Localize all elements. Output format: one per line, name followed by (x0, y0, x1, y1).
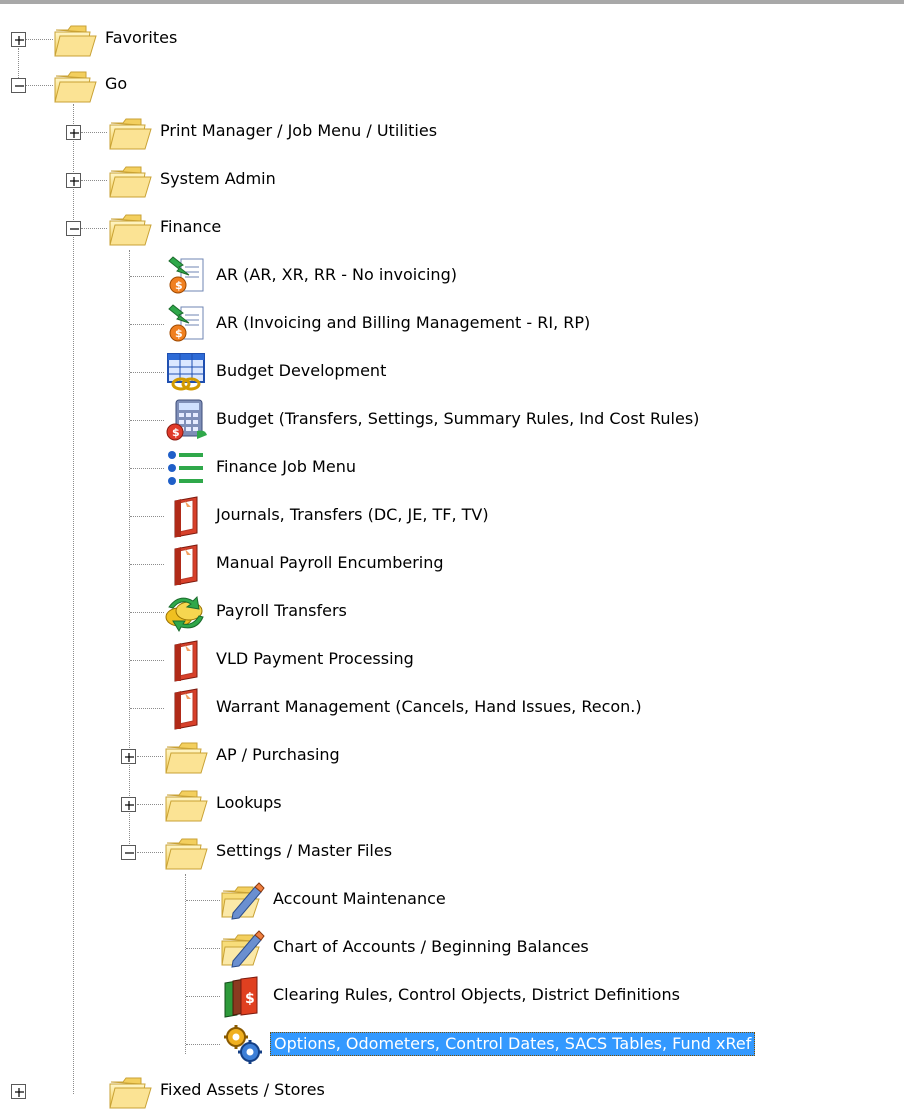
tree-node-lookups[interactable]: Lookups (0, 781, 500, 827)
tree-item-journals-transfers[interactable]: Journals, Transfers (DC, JE, TF, TV) (0, 493, 800, 539)
job-list-icon (163, 445, 209, 491)
tree-node-finance[interactable]: Finance (0, 205, 400, 251)
tree-node-label: System Admin (160, 169, 276, 188)
tree-item-clearing-rules[interactable]: Clearing Rules, Control Objects, Distric… (0, 973, 880, 1019)
folder-icon (107, 205, 153, 251)
tree-item-payroll-transfers[interactable]: Payroll Transfers (0, 589, 800, 635)
expand-toggle[interactable] (66, 125, 81, 140)
budget-grid-icon (163, 349, 209, 395)
expand-toggle[interactable] (11, 32, 26, 47)
tree-item-label: AR (Invoicing and Billing Management - R… (216, 313, 591, 332)
tree-node-label: Settings / Master Files (216, 841, 393, 860)
tree-node-settings-master-files[interactable]: Settings / Master Files (0, 829, 600, 875)
red-book-icon (163, 685, 209, 731)
ar-invoice-icon (163, 253, 209, 299)
tree-node-label: Fixed Assets / Stores (160, 1080, 325, 1099)
payroll-transfer-icon (163, 589, 209, 635)
folder-edit-icon (219, 925, 265, 971)
tree-node-label: AP / Purchasing (216, 745, 340, 764)
tree-item-label: Budget Development (216, 361, 387, 380)
tree-item-label-selected: Options, Odometers, Control Dates, SACS … (270, 1032, 756, 1056)
books-icon (219, 973, 265, 1019)
tree-item-budget[interactable]: Budget (Transfers, Settings, Summary Rul… (0, 397, 880, 443)
tree-node-label: Go (105, 74, 128, 93)
folder-icon (107, 1068, 153, 1114)
tree-item-label: Payroll Transfers (216, 601, 347, 620)
tree-node-label: Lookups (216, 793, 282, 812)
collapse-toggle[interactable] (11, 78, 26, 93)
navigation-tree[interactable]: Favorites Go Print Manager / Job Menu / … (0, 4, 904, 1087)
tree-node-fixed-assets[interactable]: Fixed Assets / Stores (0, 1068, 500, 1114)
red-book-icon (163, 493, 209, 539)
tree-item-vld-payment-processing[interactable]: VLD Payment Processing (0, 637, 800, 683)
tree-item-finance-job-menu[interactable]: Finance Job Menu (0, 445, 800, 491)
tree-item-label: VLD Payment Processing (216, 649, 414, 668)
tree-node-label: Print Manager / Job Menu / Utilities (160, 121, 438, 140)
tree-node-go[interactable]: Go (0, 62, 300, 108)
tree-item-label: Journals, Transfers (DC, JE, TF, TV) (216, 505, 489, 524)
tree-item-account-maintenance[interactable]: Account Maintenance (0, 877, 800, 923)
folder-edit-icon (219, 877, 265, 923)
tree-item-label: Budget (Transfers, Settings, Summary Rul… (216, 409, 700, 428)
tree-item-ar-invoicing[interactable]: AR (Invoicing and Billing Management - R… (0, 301, 800, 347)
folder-icon (163, 829, 209, 875)
tree-item-label: Account Maintenance (273, 889, 446, 908)
tree-node-system-admin[interactable]: System Admin (0, 157, 400, 203)
expand-toggle[interactable] (121, 749, 136, 764)
tree-node-print-manager[interactable]: Print Manager / Job Menu / Utilities (0, 109, 600, 155)
folder-icon (163, 781, 209, 827)
tree-item-manual-payroll-encumbering[interactable]: Manual Payroll Encumbering (0, 541, 800, 587)
expand-toggle[interactable] (66, 173, 81, 188)
folder-icon (163, 733, 209, 779)
tree-node-label: Favorites (105, 28, 178, 47)
tree-item-warrant-management[interactable]: Warrant Management (Cancels, Hand Issues… (0, 685, 860, 731)
folder-icon (107, 157, 153, 203)
tree-node-label: Finance (160, 217, 222, 236)
tree-item-label: AR (AR, XR, RR - No invoicing) (216, 265, 457, 284)
red-book-icon (163, 541, 209, 587)
tree-item-label: Chart of Accounts / Beginning Balances (273, 937, 589, 956)
collapse-toggle[interactable] (121, 845, 136, 860)
folder-icon (52, 16, 98, 62)
folder-icon (107, 109, 153, 155)
tree-item-label: Warrant Management (Cancels, Hand Issues… (216, 697, 642, 716)
expand-toggle[interactable] (121, 797, 136, 812)
tree-item-label: Finance Job Menu (216, 457, 356, 476)
tree-item-budget-development[interactable]: Budget Development (0, 349, 800, 395)
budget-calculator-icon (163, 397, 209, 443)
tree-item-options-odometers[interactable]: Options, Odometers, Control Dates, SACS … (0, 1021, 900, 1067)
tree-item-ar-no-invoicing[interactable]: AR (AR, XR, RR - No invoicing) (0, 253, 800, 299)
ar-invoice-icon (163, 301, 209, 347)
red-book-icon (163, 637, 209, 683)
folder-icon (52, 62, 98, 108)
tree-item-chart-of-accounts[interactable]: Chart of Accounts / Beginning Balances (0, 925, 800, 971)
expand-toggle[interactable] (11, 1084, 26, 1099)
tree-node-favorites[interactable]: Favorites (0, 16, 300, 62)
tree-node-ap-purchasing[interactable]: AP / Purchasing (0, 733, 500, 779)
collapse-toggle[interactable] (66, 221, 81, 236)
tree-item-label: Manual Payroll Encumbering (216, 553, 444, 572)
tree-item-label: Clearing Rules, Control Objects, Distric… (273, 985, 680, 1004)
gears-icon (219, 1021, 265, 1067)
